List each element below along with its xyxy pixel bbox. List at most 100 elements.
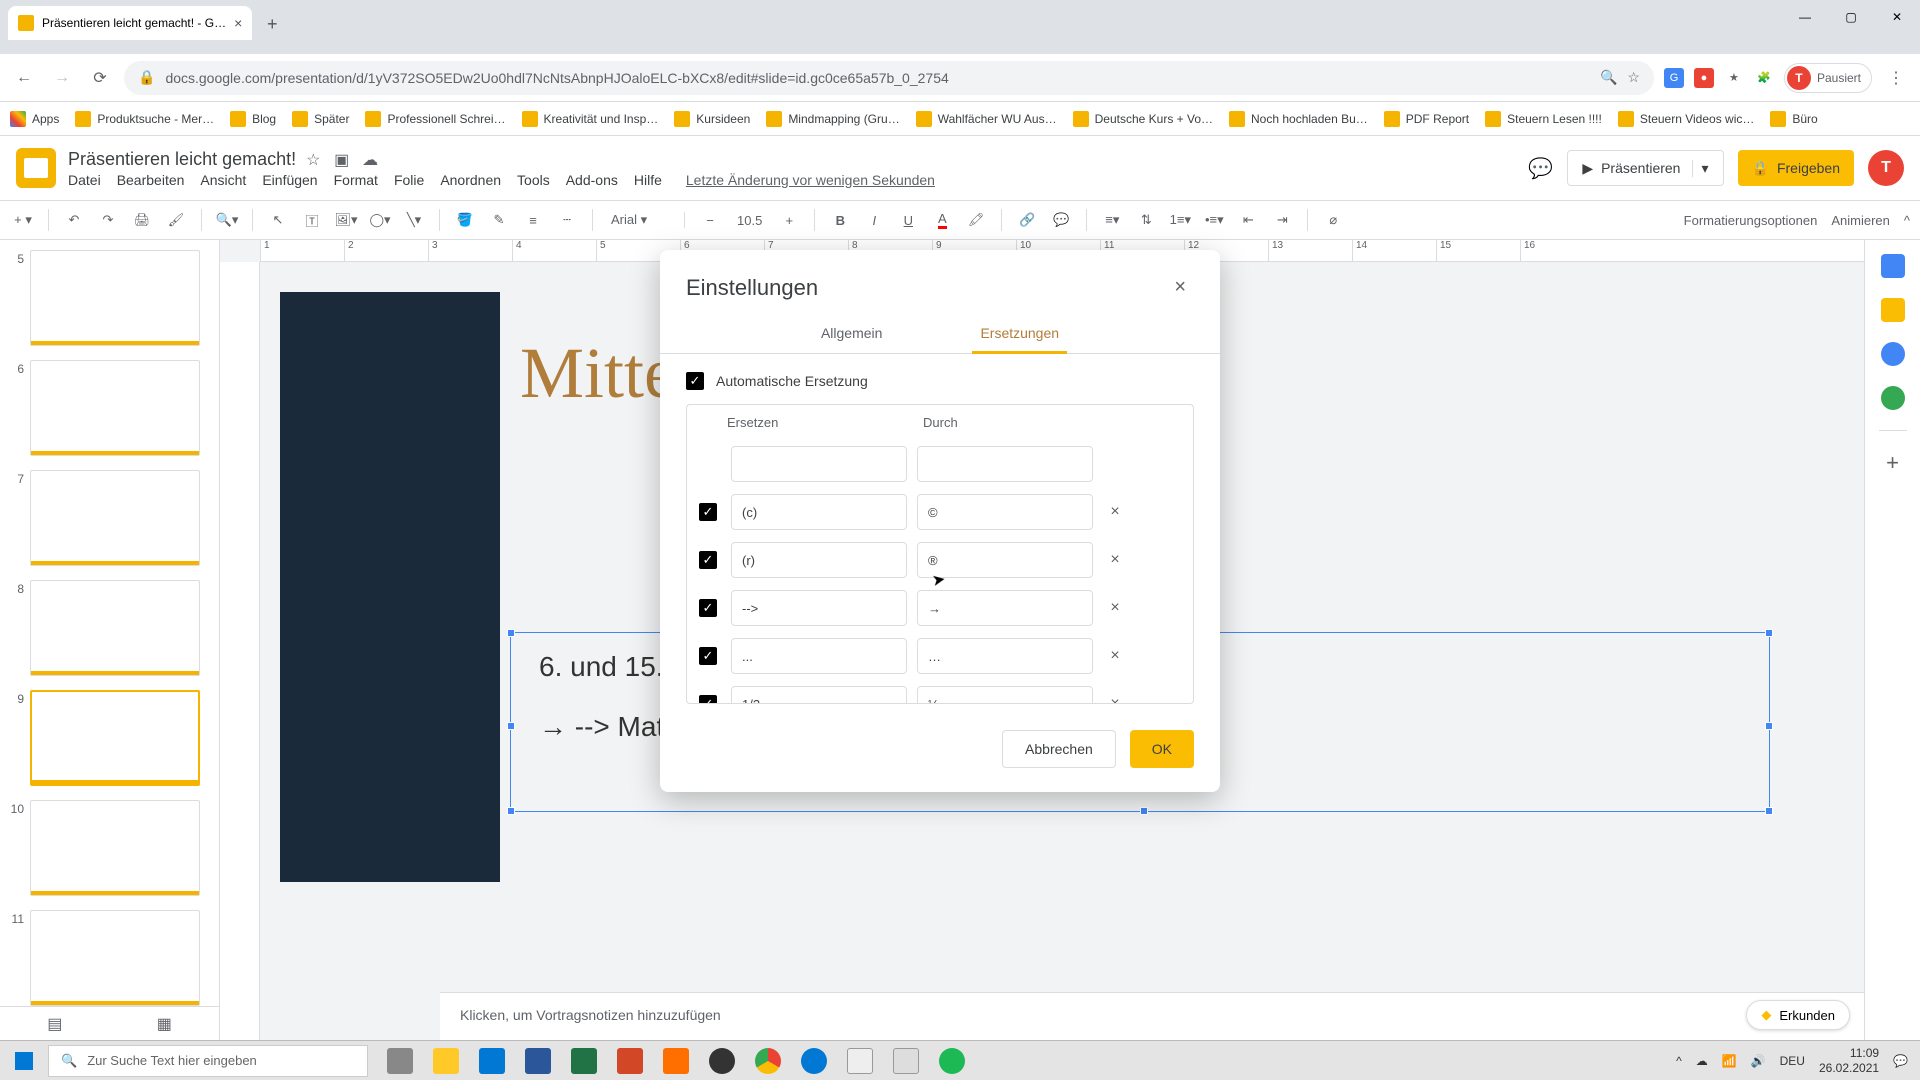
font-size-inc[interactable]: + [776,207,802,233]
textbox-tool[interactable]: 🅃 [299,207,325,233]
menu-hilfe[interactable]: Hilfe [634,172,662,188]
row-checkbox[interactable]: ✓ [699,503,717,521]
tab-general[interactable]: Allgemein [817,315,886,353]
bookmark-item[interactable]: Mindmapping (Gru… [766,111,899,127]
replace-input[interactable] [731,494,907,530]
onedrive-icon[interactable]: ☁ [1696,1054,1708,1068]
with-input[interactable] [917,638,1093,674]
extensions-menu-icon[interactable]: 🧩 [1754,68,1774,88]
slides-logo[interactable] [16,148,56,188]
menu-bearbeiten[interactable]: Bearbeiten [117,172,185,188]
bookmark-item[interactable]: Professionell Schrei… [365,111,505,127]
cancel-button[interactable]: Abbrechen [1002,730,1116,768]
back-button[interactable]: ← [10,64,38,92]
replace-input[interactable] [731,638,907,674]
ok-button[interactable]: OK [1130,730,1194,768]
filmstrip-view-icon[interactable]: ▤ [47,1014,62,1034]
profile-chip[interactable]: T Pausiert [1784,63,1872,93]
add-addon-icon[interactable]: + [1881,451,1905,475]
app-icon[interactable] [654,1041,698,1081]
animate-button[interactable]: Animieren [1831,213,1890,228]
share-button[interactable]: 🔒 Freigeben [1738,150,1854,186]
bookmark-item[interactable]: Kursideen [674,111,750,127]
bold-button[interactable]: B [827,207,853,233]
bookmark-item[interactable]: Steuern Lesen !!!! [1485,111,1602,127]
slide-thumbnail[interactable] [30,470,200,566]
row-checkbox[interactable]: ✓ [699,647,717,665]
bookmark-item[interactable]: Noch hochladen Bu… [1229,111,1368,127]
replace-input[interactable] [731,542,907,578]
window-close-button[interactable]: ✕ [1874,0,1920,34]
maps-icon[interactable] [1881,386,1905,410]
bookmark-item[interactable]: Büro [1770,111,1817,127]
notifications-icon[interactable]: 💬 [1893,1054,1908,1068]
replace-input[interactable] [731,686,907,704]
chevron-down-icon[interactable]: ▾ [1692,160,1708,177]
comments-icon[interactable]: 💬 [1528,156,1553,181]
tray-chevron-icon[interactable]: ^ [1676,1054,1682,1068]
select-tool[interactable]: ↖ [265,207,291,233]
extension-icon[interactable]: G [1664,68,1684,88]
chrome-menu-icon[interactable]: ⋮ [1882,64,1910,92]
calendar-icon[interactable] [1881,254,1905,278]
delete-row-button[interactable]: × [1103,695,1127,704]
edge-icon[interactable] [792,1041,836,1081]
slide-title-text[interactable]: Mitte [520,332,676,415]
replace-input[interactable] [731,590,907,626]
word-icon[interactable] [516,1041,560,1081]
task-view-icon[interactable] [378,1041,422,1081]
slide-thumbnail[interactable] [30,580,200,676]
replace-input[interactable] [731,446,907,482]
comment-button[interactable]: 💬 [1048,207,1074,233]
bulleted-list-button[interactable]: •≡▾ [1201,207,1227,233]
account-avatar[interactable]: T [1868,150,1904,186]
edge-legacy-icon[interactable] [470,1041,514,1081]
bookmark-item[interactable]: Kreativität und Insp… [522,111,659,127]
language-indicator[interactable]: DEU [1780,1054,1805,1068]
notepad-icon[interactable] [838,1041,882,1081]
slide-thumbnail[interactable] [30,250,200,346]
link-button[interactable]: 🔗 [1014,207,1040,233]
volume-icon[interactable]: 🔊 [1751,1054,1766,1068]
cloud-icon[interactable]: ☁ [362,150,380,168]
windows-search-box[interactable]: 🔍 Zur Suche Text hier eingeben [48,1045,368,1077]
excel-icon[interactable] [562,1041,606,1081]
bookmark-item[interactable]: PDF Report [1384,111,1469,127]
bookmark-item[interactable]: Produktsuche - Mer… [75,111,214,127]
app-icon[interactable] [884,1041,928,1081]
grid-view-icon[interactable]: ▦ [157,1014,172,1034]
toolbar-collapse-icon[interactable]: ^ [1904,213,1910,228]
italic-button[interactable]: I [861,207,887,233]
speaker-notes[interactable]: Klicken, um Vortragsnotizen hinzuzufügen [440,992,1864,1040]
extension-icon[interactable]: ● [1694,68,1714,88]
print-button[interactable]: 🖨 [129,207,155,233]
align-button[interactable]: ≡▾ [1099,207,1125,233]
keep-icon[interactable] [1881,298,1905,322]
obs-icon[interactable] [700,1041,744,1081]
star-icon[interactable]: ☆ [306,150,324,168]
border-dash-button[interactable]: ┄ [554,207,580,233]
bookmark-item[interactable]: Später [292,111,349,127]
explore-button[interactable]: ◆ Erkunden [1746,1000,1850,1030]
new-slide-button[interactable]: + ▾ [10,207,36,233]
border-color-button[interactable]: ✎ [486,207,512,233]
menu-anordnen[interactable]: Anordnen [440,172,501,188]
delete-row-button[interactable]: × [1103,599,1127,617]
line-tool[interactable]: ╲▾ [401,207,427,233]
extension-icon[interactable]: ★ [1724,68,1744,88]
shape-tool[interactable]: ◯▾ [367,207,393,233]
present-button[interactable]: ▶ Präsentieren ▾ [1567,150,1723,186]
menu-einfügen[interactable]: Einfügen [262,172,317,188]
tab-substitutions[interactable]: Ersetzungen [976,315,1063,353]
slide-thumbnail[interactable] [30,360,200,456]
delete-row-button[interactable]: × [1103,503,1127,521]
fill-color-button[interactable]: 🪣 [452,207,478,233]
format-options-button[interactable]: Formatierungsoptionen [1684,213,1818,228]
move-icon[interactable]: ▣ [334,150,352,168]
bookmark-item[interactable]: Steuern Videos wic… [1618,111,1755,127]
underline-button[interactable]: U [895,207,921,233]
address-bar[interactable]: 🔒 docs.google.com/presentation/d/1yV372S… [124,61,1654,95]
font-size-dec[interactable]: − [697,207,723,233]
slide-thumbnails-panel[interactable]: 567891011 [0,240,220,1040]
browser-tab[interactable]: Präsentieren leicht gemacht! - G… × [8,6,252,40]
